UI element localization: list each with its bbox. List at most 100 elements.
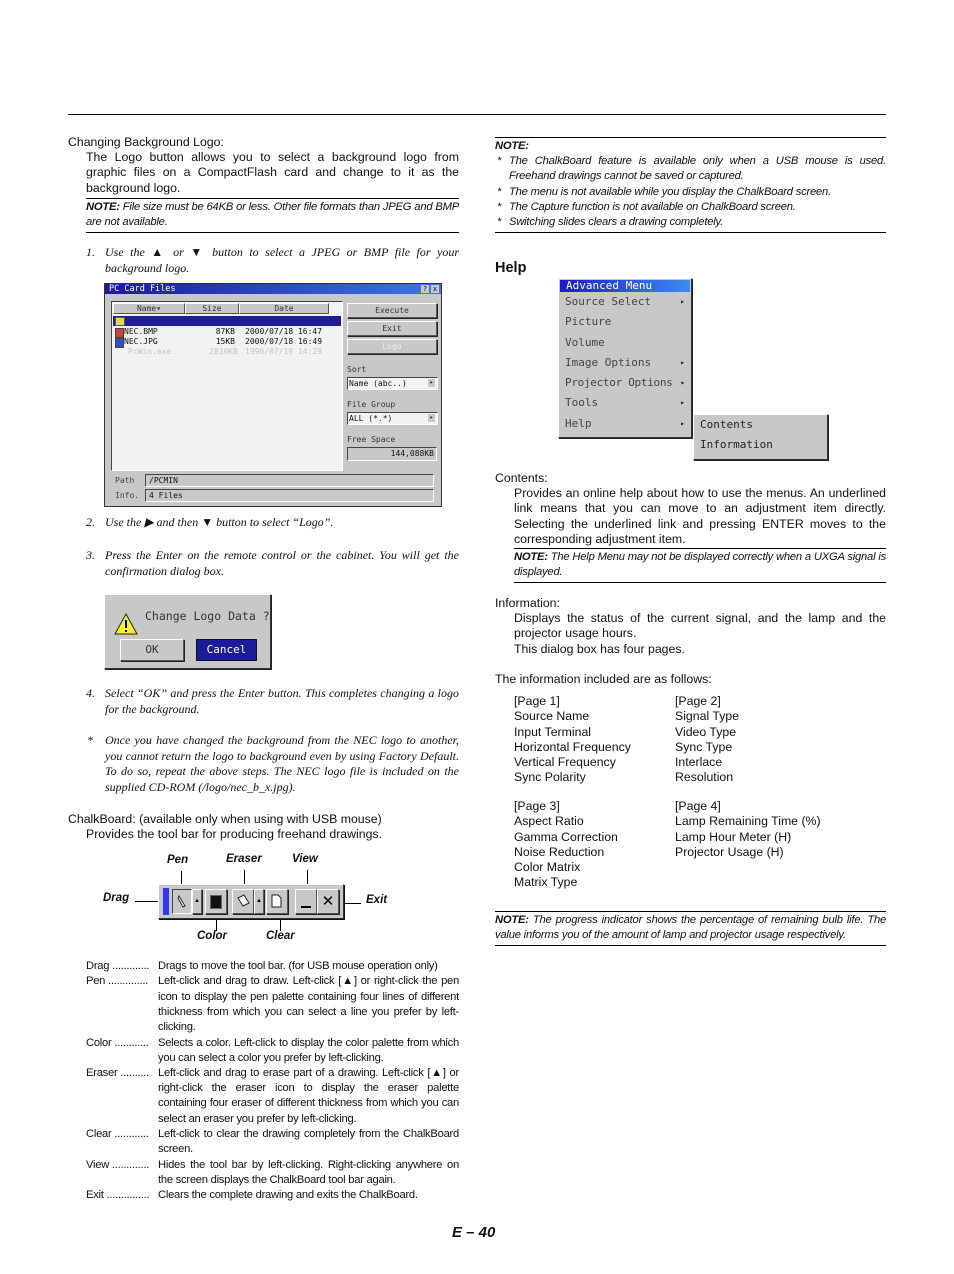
- change-logo-dialog: Change Logo Data ? OK Cancel: [104, 594, 271, 669]
- info-page-3: [Page 3] Aspect Ratio Gamma Correction N…: [514, 799, 618, 891]
- desc-exit: Clears the complete drawing and exits th…: [158, 1189, 418, 1201]
- pen-icon: [177, 894, 186, 908]
- menu-item-tools[interactable]: Tools ▸: [559, 393, 691, 413]
- page-item: Resolution: [675, 770, 734, 785]
- step-number: 4.: [86, 686, 95, 700]
- background-logo-intro: The Logo button allows you to select a b…: [86, 150, 459, 195]
- note-text: Switching slides clears a drawing comple…: [509, 216, 724, 229]
- dropdown-arrow-icon[interactable]: ▸: [428, 379, 435, 387]
- submenu-arrow-icon: ▸: [680, 297, 685, 306]
- menu-item-label: Picture: [565, 315, 612, 329]
- term-clear: Clear ............: [86, 1128, 149, 1140]
- clear-button[interactable]: [266, 889, 288, 914]
- help-button[interactable]: ?: [421, 285, 429, 293]
- eraser-button[interactable]: [232, 889, 254, 914]
- desc-color: Selects a color. Left-click to display t…: [158, 1036, 459, 1064]
- desc-view: Hides the tool bar by left-clicking. Rig…: [158, 1158, 459, 1186]
- page-item: Lamp Hour Meter (H): [675, 829, 792, 844]
- clear-icon: [271, 894, 282, 908]
- sort-value: Name (abc..): [349, 379, 407, 388]
- factory-default-note: Once you have changed the background fro…: [105, 733, 459, 795]
- file-list-header: Name▾ Size Date: [113, 303, 341, 314]
- chalkboard-toolbar: ▲ ▲ ✕: [158, 884, 344, 919]
- ok-button[interactable]: OK: [120, 639, 184, 661]
- note-bullet: *: [497, 155, 502, 168]
- menu-item-projector-options[interactable]: Projector Options ▸: [559, 373, 691, 393]
- label-eraser: Eraser: [226, 853, 262, 865]
- menu-item-picture[interactable]: Picture: [559, 312, 691, 332]
- submenu-arrow-icon: ▸: [680, 357, 685, 367]
- eraser-palette-button[interactable]: ▲: [254, 889, 264, 914]
- page-item: Sync Polarity: [514, 770, 586, 785]
- note-label: NOTE:: [514, 551, 548, 563]
- menu-item-label: Image Options: [565, 355, 652, 369]
- column-header-name[interactable]: Name▾: [113, 303, 185, 314]
- page-item: Video Type: [675, 724, 737, 739]
- logo-button[interactable]: Logo: [347, 339, 437, 354]
- column-header-date[interactable]: Date: [239, 303, 329, 314]
- close-button[interactable]: x: [431, 285, 439, 293]
- menu-item-image-options[interactable]: Image Options ▸: [559, 353, 691, 373]
- note-text: The ChalkBoard feature is available only…: [509, 155, 886, 183]
- exit-toolbar-button[interactable]: ✕: [317, 889, 339, 914]
- information-included: The information included are as follows:: [495, 672, 712, 686]
- contents-text: Provides an online help about how to use…: [514, 486, 886, 546]
- step-number: 1.: [86, 245, 95, 259]
- menu-item-volume[interactable]: Volume: [559, 333, 691, 353]
- toolbar-definitions: Drag ............. Drags to move the too…: [0, 959, 470, 1209]
- term-exit: Exit ...............: [86, 1189, 150, 1201]
- info-value: 4 Files: [145, 489, 434, 502]
- menu-item-help[interactable]: Help ▸: [559, 414, 691, 434]
- drag-handle[interactable]: [163, 888, 169, 915]
- file-row[interactable]: NEC.BMP 87KB 2000/07/18 16:47: [113, 327, 341, 338]
- dropdown-arrow-icon[interactable]: ▸: [428, 414, 435, 422]
- file-name: PcWin.exe: [128, 347, 172, 356]
- file-row[interactable]: NEC.JPG 15KB 2000/07/18 16:49: [113, 337, 341, 348]
- view-button[interactable]: [295, 889, 317, 914]
- term-color: Color ............: [86, 1036, 149, 1049]
- file-size: 87KB: [215, 327, 235, 336]
- path-value: /PCMIN: [145, 474, 434, 487]
- file-name: NEC.BMP: [124, 327, 158, 336]
- help-heading: Help: [495, 260, 527, 276]
- chalkboard-intro: Provides the tool bar for producing free…: [86, 827, 382, 841]
- page-item: Signal Type: [675, 709, 740, 724]
- page-item: Interlace: [675, 755, 723, 770]
- file-list[interactable]: Name▾ Size Date NEC.BMP 87KB 2000/07/18 …: [111, 301, 343, 471]
- note-item: * Switching slides clears a drawing compl…: [495, 215, 886, 230]
- submenu-item-information[interactable]: Information: [694, 435, 827, 455]
- information-text: Displays the status of the current signa…: [514, 611, 886, 641]
- file-group-select[interactable]: ALL (*.*) ▸: [347, 412, 438, 425]
- label-pen: Pen: [167, 854, 189, 866]
- eraser-icon: [237, 894, 250, 907]
- page-item: Sync Type: [675, 739, 733, 754]
- file-row-selected[interactable]: [113, 316, 341, 326]
- execute-button[interactable]: Execute: [347, 303, 437, 318]
- pen-button[interactable]: [172, 889, 192, 914]
- page-item: Color Matrix: [514, 860, 581, 875]
- menu-item-source-select[interactable]: Source Select ▸: [559, 292, 691, 312]
- sort-select[interactable]: Name (abc..) ▸: [347, 377, 438, 390]
- label-drag: Drag: [103, 892, 130, 904]
- step-4: Select “OK” and press the Enter button. …: [105, 686, 459, 716]
- info-page-4: [Page 4] Lamp Remaining Time (%) Lamp Ho…: [675, 799, 821, 860]
- page-item: Source Name: [514, 709, 590, 724]
- submenu-item-contents[interactable]: Contents: [694, 415, 827, 435]
- label-view: View: [292, 853, 318, 865]
- exit-button[interactable]: Exit: [347, 321, 437, 336]
- note-text: The Help Menu may not be displayed corre…: [514, 551, 886, 579]
- pen-palette-button[interactable]: ▲: [192, 889, 202, 914]
- menu-item-label: Source Select: [565, 295, 652, 308]
- info-page-1: [Page 1] Source Name Input Terminal Hori…: [514, 694, 631, 786]
- color-button[interactable]: [205, 889, 227, 914]
- column-header-size[interactable]: Size: [185, 303, 239, 314]
- page-title: [Page 1]: [514, 694, 560, 708]
- contents-title: Contents:: [495, 471, 548, 485]
- term-view: View .............: [86, 1158, 150, 1171]
- cancel-button[interactable]: Cancel: [196, 639, 257, 661]
- information-pages-text: This dialog box has four pages.: [514, 642, 685, 656]
- note-text: The menu is not available while you disp…: [509, 185, 831, 198]
- file-row-disabled: PcWin.exe 2830KB 1996/07/19 14:29: [113, 347, 341, 357]
- desc-eraser: Left-click and drag to erase part of a d…: [158, 1067, 459, 1125]
- note-text: The Capture function is not available on…: [509, 200, 796, 213]
